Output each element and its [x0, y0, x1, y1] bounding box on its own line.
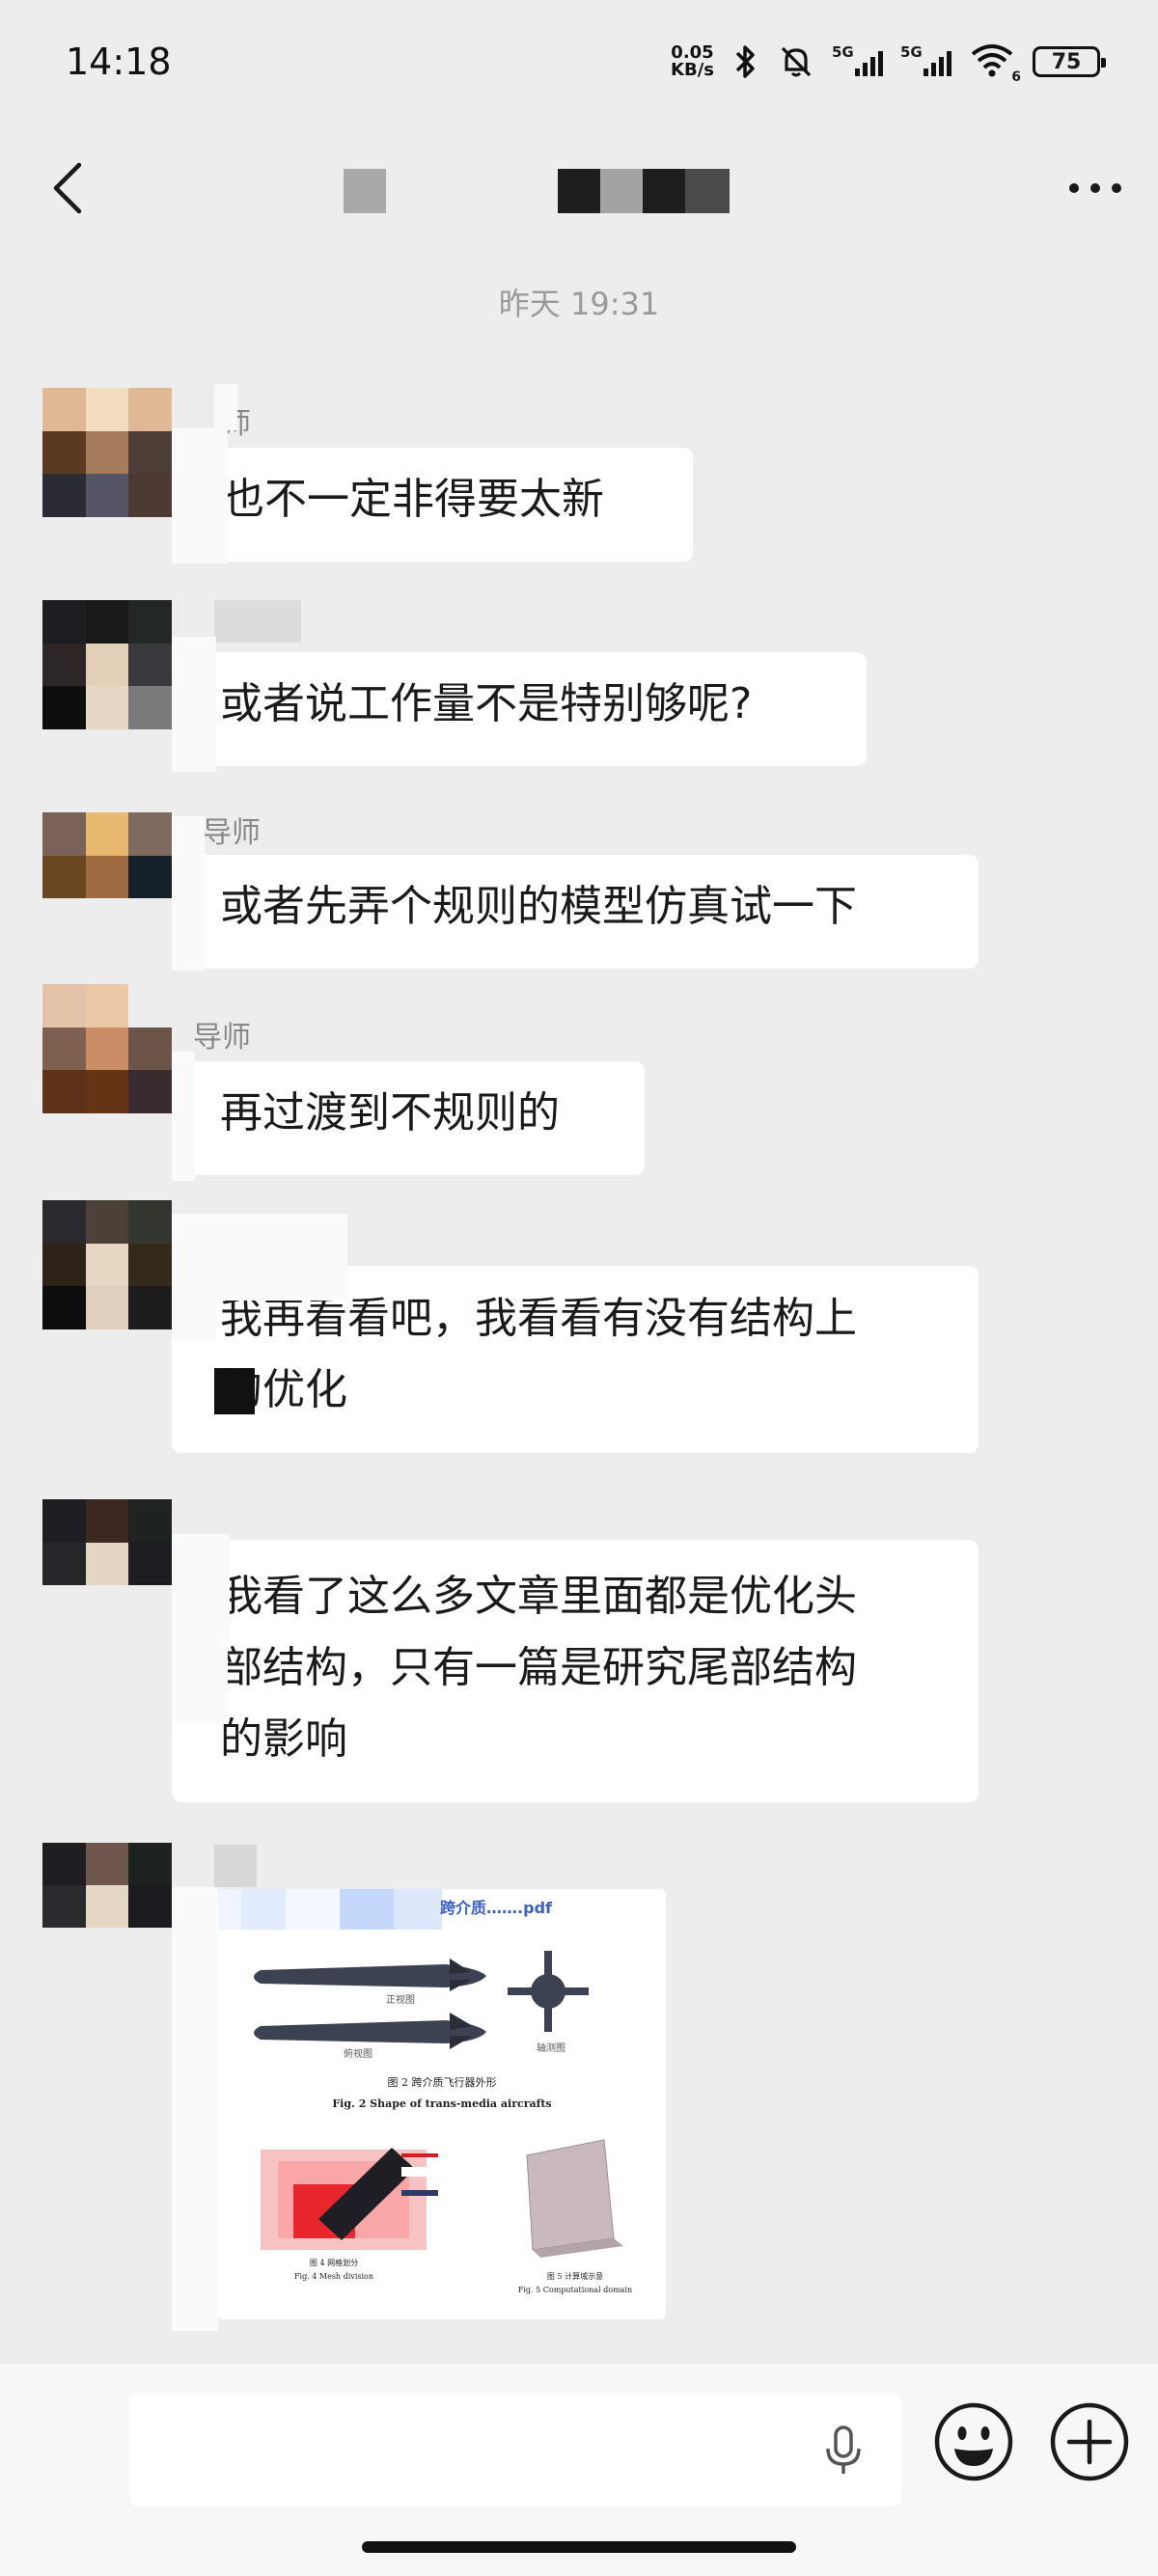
back-button[interactable] [39, 154, 96, 222]
censor-mask [172, 1534, 230, 1640]
avatar[interactable] [42, 388, 172, 517]
message-text: 或者说工作量不是特别够呢? [220, 679, 753, 728]
avatar[interactable] [42, 984, 172, 1113]
message-bubble[interactable]: 或者先弄个规则的模型仿真试一下 [172, 855, 979, 969]
file-name-strip: 跨介质…….pdf [218, 1889, 666, 1930]
message-bubble[interactable]: 也不一定非得要太新 [172, 448, 693, 562]
emoji-icon [934, 2402, 1013, 2481]
avatar[interactable] [42, 1499, 172, 1629]
censor-mask [172, 637, 216, 772]
censor-mask [214, 1845, 257, 1887]
censor-mask [172, 1214, 347, 1301]
signal-5g-icon: 5G [832, 43, 883, 76]
figure-sub2-cn: 图 5 计算域示意 [547, 2271, 603, 2281]
more-button[interactable] [1062, 164, 1129, 212]
label-iso-view: 轴测图 [537, 2042, 565, 2054]
label-side-view: 正视图 [386, 1993, 415, 2006]
censor-mask [172, 428, 228, 563]
message-bubble[interactable]: 或者说工作量不是特别够呢? [172, 652, 867, 766]
censor-mask [172, 1293, 216, 1341]
network-speed: 0.05 KB/s [671, 42, 714, 80]
signal-5g-icon: 5G [900, 43, 951, 76]
file-name: 跨介质…….pdf [440, 1899, 552, 1917]
wifi-icon: 6 [969, 42, 1021, 85]
emoji-button[interactable] [932, 2400, 1015, 2483]
battery-icon: 75 [1033, 46, 1106, 77]
censor-mask [214, 600, 301, 643]
figure-sub1-en: Fig. 4 Mesh division [294, 2272, 373, 2281]
chat-timestamp: 昨天 19:31 [498, 286, 660, 322]
plus-circle-icon [1050, 2402, 1129, 2481]
message-bubble[interactable]: 我看了这么多文章里面都是优化头 部结构，只有一篇是研究尾部结构 的影响 [172, 1540, 979, 1802]
message-text: 再过渡到不规则的 [220, 1088, 560, 1137]
figure-sub1-cn: 图 4 网格划分 [310, 2258, 358, 2267]
more-dots-icon [1069, 183, 1121, 193]
more-actions-button[interactable] [1048, 2400, 1131, 2483]
censor-mask [172, 816, 205, 971]
pdf-preview-figure: 正视图 俯视图 轴测图 图 2 跨介质飞行器外形 Fig. 2 Shape of… [254, 1951, 632, 2294]
sender-name: 导师 [203, 816, 261, 850]
avatar[interactable] [42, 812, 172, 942]
message-text: 的影响 [220, 1714, 347, 1764]
voice-input-button[interactable] [814, 2422, 872, 2480]
avatar[interactable] [42, 1200, 172, 1329]
message-input[interactable] [129, 2393, 901, 2507]
avatar[interactable] [42, 1843, 172, 1928]
message-text: 我看了这么多文章里面都是优化头 [220, 1572, 857, 1621]
pdf-file-card[interactable]: 跨介质…….pdf 正视图 俯视图 轴测图 图 2 跨介质飞行器外形 Fig. … [218, 1889, 666, 2319]
bell-muted-icon [781, 46, 812, 77]
censor-mask [214, 1368, 255, 1414]
message-text: 或者先弄个规则的模型仿真试一下 [220, 882, 857, 931]
figure-caption-cn: 图 2 跨介质飞行器外形 [388, 2076, 497, 2089]
message-text: 也不一定非得要太新 [222, 475, 604, 524]
censor-mask [172, 1887, 218, 2331]
status-icons: 0.05 KB/s 5G 5G 6 75 [671, 42, 1106, 85]
figure-caption-en: Fig. 2 Shape of trans-media aircrafts [332, 2097, 551, 2110]
censor-mask [214, 384, 237, 430]
bluetooth-icon [735, 45, 755, 78]
chat-header [0, 135, 1158, 241]
censor-mask [172, 1646, 228, 1723]
chevron-left-icon [53, 162, 82, 214]
status-time: 14:18 [66, 41, 172, 83]
message-bubble[interactable]: 再过渡到不规则的 [172, 1061, 645, 1175]
chat-input-bar [0, 2364, 1158, 2576]
censor-mask [172, 1052, 195, 1181]
message-text: 部结构，只有一篇是研究尾部结构 [220, 1643, 857, 1692]
sender-name: 导师 [193, 1021, 251, 1055]
avatar[interactable] [42, 600, 172, 729]
status-bar: 14:18 0.05 KB/s 5G 5G 6 75 [0, 0, 1158, 125]
label-bottom-view: 俯视图 [344, 2047, 372, 2060]
home-indicator[interactable] [362, 2541, 796, 2553]
microphone-icon [826, 2425, 861, 2474]
figure-sub2-en: Fig. 5 Computational domain [518, 2286, 632, 2294]
message-text: 的优化 [220, 1365, 347, 1414]
